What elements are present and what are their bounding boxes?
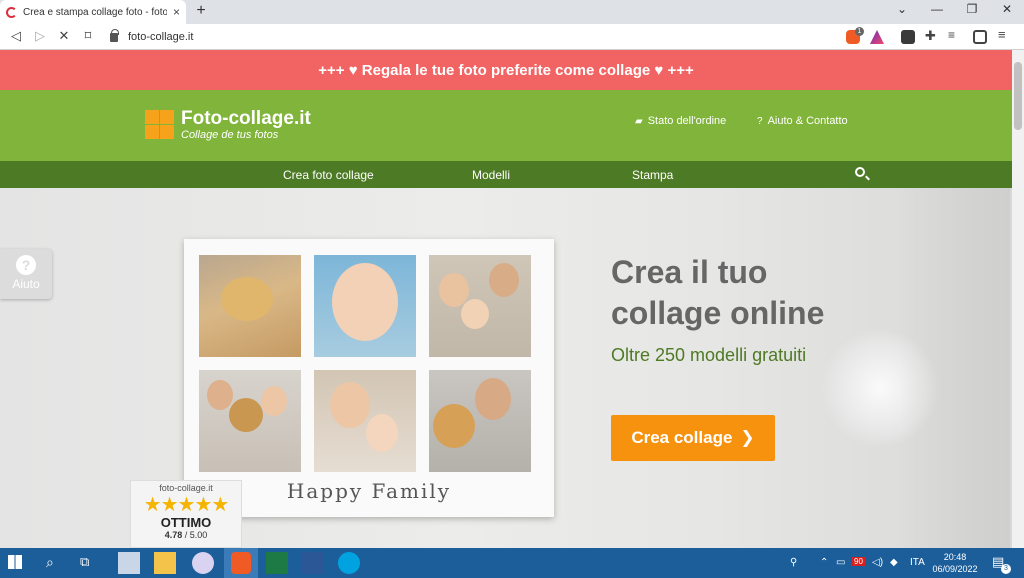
collage-photo-family-dog [199,370,301,472]
rating-site: foto-collage.it [159,483,213,493]
skype-icon[interactable] [338,552,360,574]
brave-taskbar-button[interactable] [224,548,258,578]
create-collage-button[interactable]: Crea collage ❯ [611,415,775,461]
clock-time: 20:48 [943,552,967,562]
people-icon[interactable]: ⚲ [790,557,797,568]
rating-stars: ★★★★★ [143,494,230,516]
clock-date: 06/09/2022 [932,564,978,574]
file-explorer-icon[interactable] [154,552,176,574]
brave-rewards-icon[interactable] [870,30,884,44]
help-label: Aiuto [12,277,40,291]
tab-title: Crea e stampa collage foto - foto- [23,6,167,18]
collage-photo-man-dog [429,370,531,472]
word-icon[interactable] [302,552,324,574]
task-view-icon[interactable]: ⧉ [80,554,102,576]
system-clock[interactable]: 20:48 06/09/2022 [930,551,980,575]
question-icon: ? [757,115,763,127]
notification-count: 3 [1001,564,1011,574]
hero-title-line2: collage online [611,295,825,331]
close-tab-icon[interactable]: × [173,5,180,19]
main-menu: Crea foto collage Modelli Stampa [0,161,1012,188]
url-field[interactable]: foto-collage.it [110,27,838,47]
antivirus-badge[interactable]: 90 [852,557,865,566]
logo-name[interactable]: Foto-collage.it [181,108,311,130]
notepad-icon[interactable] [118,552,140,574]
lock-icon [110,28,119,42]
back-icon[interactable]: ◁ [8,28,24,44]
truck-icon: ▰ [635,115,643,127]
volume-icon[interactable]: ◁) [872,557,883,568]
browser-tab[interactable]: Crea e stampa collage foto - foto- × [0,0,186,24]
reading-list-icon[interactable]: ≡ [948,28,962,42]
dropbox-icon[interactable]: ◆ [890,557,898,568]
hero-title: Crea il tuo collage online [611,252,824,334]
extension-icon[interactable] [901,30,915,44]
browser-tab-bar: Crea e stampa collage foto - foto- × + ⌄… [0,0,1024,24]
tab-search-icon[interactable]: ⌄ [892,2,912,16]
help-widget[interactable]: ? Aiuto [0,249,52,299]
search-icon[interactable]: ⌕ [46,554,68,576]
promo-banner[interactable]: +++ ♥ Regala le tue foto preferite come … [0,50,1012,90]
bookmark-icon[interactable]: ⌑ [80,28,96,44]
rating-badge[interactable]: foto-collage.it ★★★★★ OTTIMO 4.78 / 5.00 [130,480,242,548]
forward-icon[interactable]: ▷ [32,28,48,44]
help-contact-link[interactable]: ? Aiuto & Contatto [757,115,848,127]
stop-loading-icon[interactable]: ✕ [56,28,72,44]
network-icon[interactable]: ▭ [836,557,845,568]
hero-title-line1: Crea il tuo [611,254,768,290]
new-tab-button[interactable]: + [192,2,210,20]
logo-icon[interactable] [145,110,174,139]
menu-icon[interactable]: ≡ [998,27,1012,42]
question-icon: ? [16,255,36,275]
wallet-icon[interactable] [973,30,987,44]
chevron-right-icon: ❯ [740,428,755,447]
menu-item-print[interactable]: Stampa [632,168,673,182]
extensions-puzzle-icon[interactable]: ✚ [925,28,939,43]
order-status-link[interactable]: ▰ Stato dell'ordine [635,115,726,127]
restore-button[interactable]: ❐ [962,2,982,16]
paint-icon[interactable] [192,552,214,574]
url-text: foto-collage.it [128,31,194,43]
loading-spinner-icon [6,6,17,18]
close-window-button[interactable]: ✕ [997,2,1017,16]
collage-photo-family [429,255,531,357]
shield-count-badge: 1 [855,27,864,36]
scrollbar-thumb[interactable] [1014,62,1022,130]
create-collage-label: Crea collage [631,428,733,447]
collage-photo-child [314,255,416,357]
excel-icon[interactable] [266,552,288,574]
collage-preview[interactable]: Happy Family [184,239,554,517]
windows-taskbar: ⌕ ⧉ ⚲ ⌃ ▭ 90 ◁) ◆ ITA 20:48 06/09/2022 ▤… [0,548,1024,578]
background-shade [900,188,1010,548]
collage-photo-mother-daughter [314,370,416,472]
windows-start-icon[interactable] [8,555,22,569]
hero-subtitle: Oltre 250 modelli gratuiti [611,345,807,365]
collage-photo-dog [199,255,301,357]
language-indicator[interactable]: ITA [910,557,925,568]
search-icon[interactable] [855,167,865,177]
rating-score: 4.78 / 5.00 [164,530,208,540]
address-bar: ◁ ▷ ✕ ⌑ foto-collage.it 1 ✚ ≡ ≡ [0,24,1024,50]
logo-tagline: Collage de tus fotos [181,129,279,141]
page-scrollbar[interactable] [1012,50,1024,548]
menu-item-templates[interactable]: Modelli [472,168,510,182]
rating-label: OTTIMO [160,515,212,530]
minimize-button[interactable]: — [927,2,947,16]
menu-item-create-collage[interactable]: Crea foto collage [283,168,374,182]
site-header: Foto-collage.it Collage de tus fotos ▰ S… [0,90,1012,161]
tray-chevron-icon[interactable]: ⌃ [820,557,828,568]
